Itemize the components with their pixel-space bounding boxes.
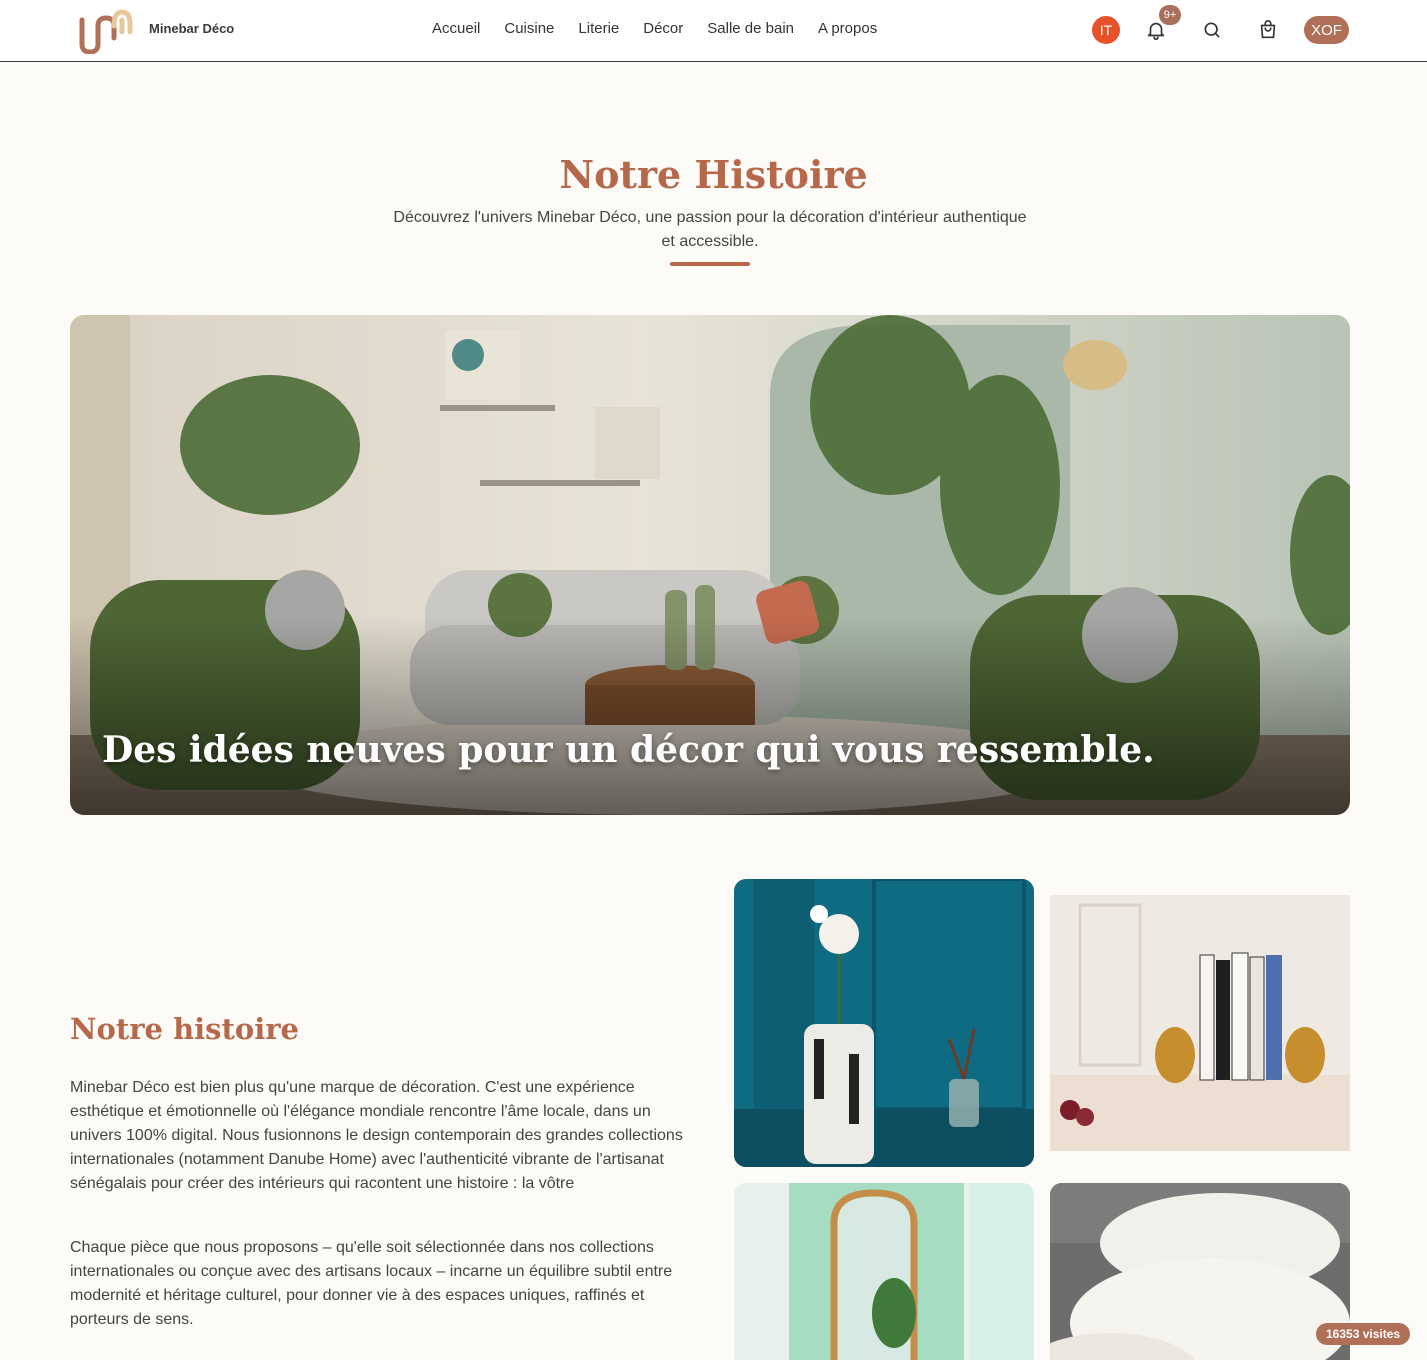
cart-icon[interactable]	[1257, 19, 1279, 41]
brand-name[interactable]: Minebar Déco	[149, 21, 234, 36]
story-paragraph-2: Chaque pièce que nous proposons – qu'ell…	[70, 1239, 673, 1328]
nav-a-propos[interactable]: A propos	[818, 20, 877, 37]
notification-badge: 9+	[1159, 5, 1181, 25]
gallery-image-mirror	[734, 1183, 1034, 1360]
gallery-image-bookends	[1050, 895, 1350, 1151]
page-subtitle: Découvrez l'univers Minebar Déco, une pa…	[393, 209, 1027, 250]
title-underline	[670, 262, 750, 266]
nav-accueil[interactable]: Accueil	[432, 20, 480, 37]
nav-literie[interactable]: Literie	[578, 20, 619, 37]
visit-counter-badge: 16353 visites	[1316, 1323, 1411, 1345]
gallery-image-vase	[734, 879, 1034, 1167]
story-paragraph-1: Minebar Déco est bien plus qu'une marque…	[70, 1079, 683, 1192]
banner-caption: Des idées neuves pour un décor qui vous …	[102, 729, 1155, 771]
user-avatar[interactable]: IT	[1092, 16, 1120, 44]
main-nav: Accueil Cuisine Literie Décor Salle de b…	[432, 20, 877, 37]
nav-decor[interactable]: Décor	[643, 20, 683, 37]
site-header: Minebar Déco Accueil Cuisine Literie Déc…	[0, 0, 1427, 62]
story-title: Notre histoire	[70, 1012, 299, 1046]
search-icon[interactable]	[1202, 20, 1222, 40]
gallery-image-pillows	[1050, 1183, 1350, 1360]
page-title: Notre Histoire	[559, 152, 868, 197]
hero-banner-image: Des idées neuves pour un décor qui vous …	[70, 315, 1350, 815]
nav-salle-de-bain[interactable]: Salle de bain	[707, 20, 794, 37]
currency-selector[interactable]: XOF	[1304, 16, 1349, 44]
nav-cuisine[interactable]: Cuisine	[504, 20, 554, 37]
minebar-logo[interactable]	[76, 6, 136, 54]
